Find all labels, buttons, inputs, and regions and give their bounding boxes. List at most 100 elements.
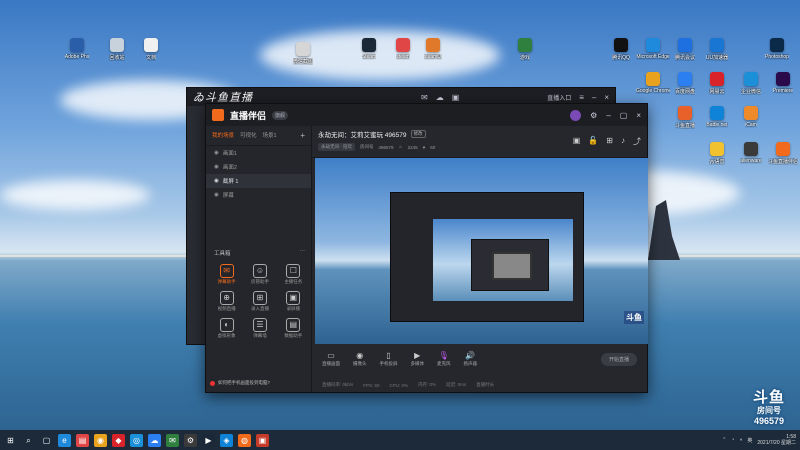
tool-item[interactable]: ◐ 虚拟形象 — [210, 318, 243, 339]
tab-my-scenes[interactable]: 我的场景 — [212, 131, 234, 140]
taskbar-app-icon[interactable]: ☁ — [148, 433, 161, 447]
source-control-button[interactable]: 🎙 麦克风 — [437, 351, 451, 367]
eye-icon[interactable]: ◉ — [214, 164, 219, 170]
desktop-icon[interactable]: 腾讯QQ — [604, 38, 638, 61]
tab-scene-1[interactable]: 场景1 — [263, 131, 277, 140]
layout-icon[interactable]: ⊞ — [606, 136, 613, 147]
status-item: 延迟: 0ms — [446, 382, 467, 387]
tool-item[interactable]: ⊕ 视频直播 — [210, 291, 243, 312]
eye-icon[interactable]: ◉ — [214, 150, 219, 156]
scene-item[interactable]: ◉ 画面1 — [206, 146, 311, 160]
desktop-icon[interactable]: yy语音 — [700, 142, 734, 165]
scene-item[interactable]: ◉ 画面2 — [206, 160, 311, 174]
desktop-icon[interactable]: Premiere — [766, 72, 800, 94]
tool-item[interactable]: ☰ 弹幕墙 — [243, 318, 276, 339]
desktop-icon[interactable]: Adobe Phs — [60, 38, 94, 60]
source-control-button[interactable]: ◉ 摄像头 — [353, 351, 367, 367]
tool-item[interactable]: ▣ 录屏播 — [277, 291, 310, 312]
start-live-button[interactable]: 开始直播 — [600, 352, 637, 366]
toolbox-more-icon[interactable]: ⋯ — [300, 249, 306, 257]
desktop-icon[interactable]: 回收站 — [100, 38, 134, 61]
desktop-icon[interactable]: UU加速器 — [700, 38, 734, 61]
chat-icon[interactable]: ☁ — [436, 93, 444, 102]
desktop-icon[interactable]: iCam — [734, 106, 768, 128]
tool-item[interactable]: ✉ 弹幕助手 — [210, 264, 243, 285]
taskbar-app-icon[interactable]: ◍ — [238, 433, 251, 447]
message-icon[interactable]: ✉ — [421, 93, 428, 102]
tool-item[interactable]: ▤ 数据助手 — [277, 318, 310, 339]
settings-icon[interactable]: ⚙ — [590, 111, 597, 120]
taskbar-app-icon[interactable]: ◈ — [220, 433, 233, 447]
tool-item[interactable]: ☺ 房管助手 — [243, 264, 276, 285]
desktop-icon[interactable]: 游戏 — [508, 38, 542, 61]
tool-icon: ⊕ — [219, 291, 234, 305]
network-icon[interactable]: ◔ — [731, 437, 734, 443]
tool-item[interactable]: ☐ 主播任务 — [277, 264, 310, 285]
add-scene-icon[interactable]: + — [300, 131, 305, 140]
bell-icon[interactable]: ♪ — [621, 136, 625, 147]
taskbar-app-icon[interactable]: ▢ — [40, 433, 53, 447]
taskbar-app-icon[interactable]: ⊞ — [4, 433, 17, 447]
ime-indicator[interactable]: 英 — [747, 437, 752, 444]
eye-icon[interactable]: ◉ — [214, 178, 219, 184]
desktop-icon[interactable]: 企业微信 — [734, 72, 768, 95]
maximize-icon[interactable]: ▢ — [620, 111, 628, 120]
share-icon[interactable]: ⤴ — [633, 136, 641, 147]
scene-item[interactable]: ◉ 屏幕 — [206, 188, 311, 202]
desktop-icon[interactable]: 百度网盘 — [668, 72, 702, 95]
desktop-icon[interactable]: Google Chrome — [636, 72, 670, 94]
room-id-label: 房间号 — [360, 144, 374, 149]
taskbar-app-icon[interactable]: ⌕ — [22, 433, 35, 447]
taskbar-app-icon[interactable]: ▶ — [202, 433, 215, 447]
taskbar-app-icon[interactable]: ▤ — [76, 433, 89, 447]
live-entry-link[interactable]: 直播入口 — [547, 93, 571, 102]
source-control-button[interactable]: ▭ 直播画面 — [322, 351, 340, 367]
desktop-icon[interactable]: 斗鱼直播伴侣 — [766, 142, 800, 165]
version-badge[interactable]: 旗舰 — [272, 110, 289, 120]
chevron-up-icon[interactable]: ⌃ — [722, 437, 726, 443]
taskbar-app-icon[interactable]: ◎ — [130, 433, 143, 447]
desktop-icon[interactable]: 微信截图 — [286, 42, 320, 65]
eye-icon[interactable]: ◉ — [214, 192, 219, 198]
tab-visual[interactable]: 可视化 — [240, 131, 257, 140]
desktop-icon[interactable]: steam — [386, 38, 420, 60]
volume-icon[interactable]: ◖ — [739, 437, 742, 443]
source-control-button[interactable]: ▶ 多媒体 — [411, 351, 425, 367]
category-chip[interactable]: 永劫无间 · 陪玩 — [318, 143, 355, 151]
taskbar-app-icon[interactable]: ◉ — [94, 433, 107, 447]
desktop-icon[interactable]: alienware — [734, 142, 768, 164]
desktop-icon[interactable]: 文档 — [134, 38, 168, 61]
source-control-button[interactable]: ▯ 手机投屏 — [380, 351, 398, 367]
taskbar-app-icon[interactable]: e — [58, 433, 71, 447]
desktop-icon[interactable]: steamUI — [416, 38, 450, 60]
close-icon[interactable]: × — [604, 93, 609, 102]
close-icon[interactable]: × — [636, 111, 641, 120]
taskbar-app-icon[interactable]: ▣ — [256, 433, 269, 447]
app-name: 直播伴侣 — [230, 110, 267, 121]
clock[interactable]: 1:58 2021/7/20 星期二 — [757, 434, 796, 446]
desktop-icon[interactable]: Steam — [352, 38, 386, 60]
taskbar-app-icon[interactable]: ⚙ — [184, 433, 197, 447]
desktop-icon[interactable]: Microsoft Edge — [636, 38, 670, 60]
taskbar-app-icon[interactable]: ✉ — [166, 433, 179, 447]
minimize-icon[interactable]: – — [606, 111, 610, 120]
desktop-icon[interactable]: Battle.net — [700, 106, 734, 128]
scene-item[interactable]: ◉ 截屏 1 — [206, 174, 311, 188]
screenshot-icon[interactable]: ▣ — [573, 136, 581, 147]
taskbar-app-icon[interactable]: ◆ — [112, 433, 125, 447]
desktop-icon[interactable]: 腾讯会议 — [668, 38, 702, 61]
lock-icon[interactable]: 🔓 — [588, 136, 598, 147]
minimize-icon[interactable]: – — [592, 93, 596, 102]
desktop-icon[interactable]: 斗鱼直播 — [668, 106, 702, 129]
screen-icon[interactable]: ▣ — [452, 93, 460, 102]
source-control-button[interactable]: 🔊 扬声器 — [464, 351, 478, 367]
menu-icon[interactable]: ≡ — [579, 93, 584, 102]
edit-title-button[interactable]: 修改 — [410, 130, 426, 138]
avatar[interactable] — [570, 109, 582, 121]
tip-notice[interactable]: 如何把手机画面投到电脑? — [210, 380, 310, 386]
live-companion-window[interactable]: 直播伴侣 旗舰 ⚙ – ▢ × 我的场景 可视化 场景1 + ◉ 画面1 ◉ 画面2… — [205, 103, 648, 393]
tool-item[interactable]: ⊞ 录入直播 — [243, 291, 276, 312]
desktop-icon[interactable]: Photoshop — [760, 38, 794, 60]
live-preview[interactable]: 斗鱼 — [315, 158, 648, 344]
desktop-icon[interactable]: 网易云 — [700, 72, 734, 95]
